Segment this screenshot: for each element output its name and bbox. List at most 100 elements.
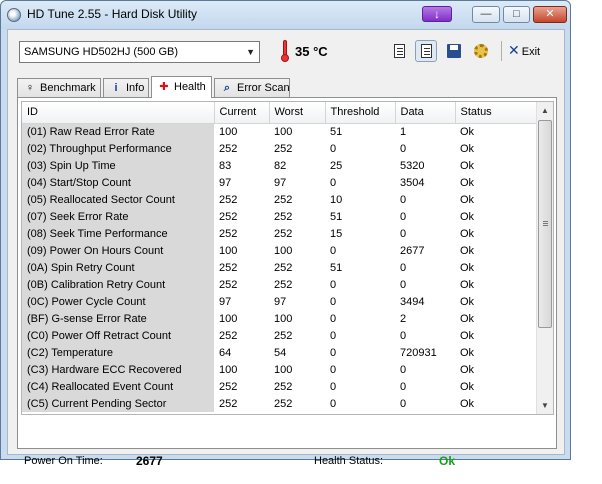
threshold-value: 0: [330, 346, 337, 359]
status-value: Ok: [460, 278, 475, 291]
attribute-id: (02) Throughput Performance: [22, 140, 214, 157]
worst-value: 97: [274, 176, 287, 189]
attribute-id: (05) Reallocated Sector Count: [22, 191, 214, 208]
tab-info[interactable]: i Info: [103, 78, 149, 97]
column-header-status[interactable]: Status: [455, 102, 539, 124]
copy-button[interactable]: [388, 40, 410, 62]
scroll-up-icon[interactable]: ▲: [537, 102, 553, 119]
health-status-label: Health Status:: [314, 455, 384, 467]
attribute-id: (08) Seek Time Performance: [22, 225, 214, 242]
table-row[interactable]: (04) Start/Stop Count 97 97 0 3504 Ok: [22, 174, 538, 191]
copy-text-icon: [421, 44, 432, 58]
column-header-data[interactable]: Data: [395, 102, 456, 124]
column-header-threshold[interactable]: Threshold: [325, 102, 396, 124]
copy-text-button[interactable]: [415, 40, 437, 62]
table-row[interactable]: (01) Raw Read Error Rate 100 100 51 1 Ok: [22, 123, 538, 140]
raw-data-value: 2677: [400, 244, 425, 257]
thermometer-icon: [281, 40, 289, 62]
tab-label: Health: [174, 81, 206, 93]
tab-health[interactable]: ✚ Health: [151, 76, 212, 98]
threshold-value: 0: [330, 142, 337, 155]
status-value: Ok: [460, 142, 475, 155]
status-value: Ok: [460, 125, 475, 138]
table-row[interactable]: (0C) Power Cycle Count 97 97 0 3494 Ok: [22, 293, 538, 310]
options-icon: [474, 44, 488, 58]
worst-value: 252: [274, 210, 293, 223]
table-row[interactable]: (0A) Spin Retry Count 252 252 51 0 Ok: [22, 259, 538, 276]
tab-label: Error Scan: [237, 82, 290, 94]
raw-data-value: 0: [400, 380, 407, 393]
worst-value: 252: [274, 397, 293, 410]
current-value: 252: [219, 227, 238, 240]
threshold-value: 0: [330, 329, 337, 342]
worst-value: 100: [274, 244, 293, 257]
attribute-id: (C3) Hardware ECC Recovered: [22, 361, 214, 378]
exit-button[interactable]: ✕ Exit: [508, 42, 540, 59]
attribute-id: (03) Spin Up Time: [22, 157, 214, 174]
health-status-value: Ok: [439, 454, 456, 468]
smart-table: ID Current Worst Threshold Data Status (…: [21, 101, 554, 415]
table-row[interactable]: (C0) Power Off Retract Count 252 252 0 0 Ok: [22, 327, 538, 344]
power-on-time-label: Power On Time:: [24, 455, 103, 467]
vertical-scrollbar[interactable]: ▲ ▼: [536, 102, 553, 414]
temperature-readout: 35 °C: [295, 44, 328, 59]
raw-data-value: 0: [400, 329, 407, 342]
attribute-id: (C2) Temperature: [22, 344, 214, 361]
raw-data-value: 1: [400, 125, 407, 138]
attribute-id: (C4) Reallocated Event Count: [22, 378, 214, 395]
threshold-value: 0: [330, 363, 337, 376]
tab-label: Benchmark: [40, 82, 96, 94]
table-row[interactable]: (C2) Temperature 64 54 0 720931 Ok: [22, 344, 538, 361]
table-row[interactable]: (05) Reallocated Sector Count 252 252 10 0 Ok: [22, 191, 538, 208]
table-row[interactable]: (02) Throughput Performance 252 252 0 0 Ok: [22, 140, 538, 157]
status-value: Ok: [460, 176, 475, 189]
attribute-id: (04) Start/Stop Count: [22, 174, 214, 191]
title-bar[interactable]: HD Tune 2.55 - Hard Disk Utility ↓ — □ ✕: [1, 1, 570, 29]
options-button[interactable]: [469, 40, 491, 62]
tab-error-scan[interactable]: ⌕ Error Scan: [214, 78, 290, 97]
table-row[interactable]: (03) Spin Up Time 83 82 25 5320 Ok: [22, 157, 538, 174]
save-button[interactable]: [442, 40, 464, 62]
minimize-button[interactable]: —: [472, 6, 500, 23]
app-disk-icon: [7, 8, 21, 22]
threshold-value: 15: [330, 227, 343, 240]
attribute-id: (0C) Power Cycle Count: [22, 293, 214, 310]
attribute-id: (07) Seek Error Rate: [22, 208, 214, 225]
drive-select-value: SAMSUNG HD502HJ (500 GB): [24, 46, 179, 58]
tab-strip: ♀ Benchmark i Info ✚ Health ⌕ Error Scan: [17, 76, 557, 98]
attribute-id: (01) Raw Read Error Rate: [22, 123, 214, 140]
tab-benchmark[interactable]: ♀ Benchmark: [17, 78, 101, 97]
status-value: Ok: [460, 159, 475, 172]
scroll-thumb[interactable]: [538, 120, 552, 328]
close-button[interactable]: ✕: [533, 6, 567, 23]
scroll-down-icon[interactable]: ▼: [537, 397, 553, 414]
drive-select[interactable]: SAMSUNG HD502HJ (500 GB) ▼: [19, 41, 260, 63]
table-row[interactable]: (0B) Calibration Retry Count 252 252 0 0 Ok: [22, 276, 538, 293]
table-row[interactable]: (08) Seek Time Performance 252 252 15 0 Ok: [22, 225, 538, 242]
worst-value: 252: [274, 278, 293, 291]
worst-value: 100: [274, 312, 293, 325]
maximize-button[interactable]: □: [503, 6, 530, 23]
extra-title-button[interactable]: ↓: [422, 6, 452, 22]
table-row[interactable]: (C3) Hardware ECC Recovered 100 100 0 0 Ok: [22, 361, 538, 378]
table-row[interactable]: (C4) Reallocated Event Count 252 252 0 0 Ok: [22, 378, 538, 395]
current-value: 252: [219, 193, 238, 206]
table-row[interactable]: (07) Seek Error Rate 252 252 51 0 Ok: [22, 208, 538, 225]
table-row[interactable]: (C5) Current Pending Sector 252 252 0 0 Ok: [22, 395, 538, 412]
current-value: 100: [219, 244, 238, 257]
current-value: 252: [219, 329, 238, 342]
table-row[interactable]: (BF) G-sense Error Rate 100 100 0 2 Ok: [22, 310, 538, 327]
column-header-id[interactable]: ID: [22, 102, 215, 124]
current-value: 97: [219, 295, 232, 308]
threshold-value: 10: [330, 193, 343, 206]
tab-label: Info: [126, 82, 145, 94]
attribute-id: (C0) Power Off Retract Count: [22, 327, 214, 344]
worst-value: 252: [274, 142, 293, 155]
column-header-worst[interactable]: Worst: [269, 102, 326, 124]
window-title: HD Tune 2.55 - Hard Disk Utility: [27, 7, 198, 21]
table-row[interactable]: (09) Power On Hours Count 100 100 0 2677 Ok: [22, 242, 538, 259]
exit-x-icon: ✕: [508, 42, 520, 58]
column-header-current[interactable]: Current: [214, 102, 270, 124]
raw-data-value: 3494: [400, 295, 425, 308]
attribute-id: (BF) G-sense Error Rate: [22, 310, 214, 327]
